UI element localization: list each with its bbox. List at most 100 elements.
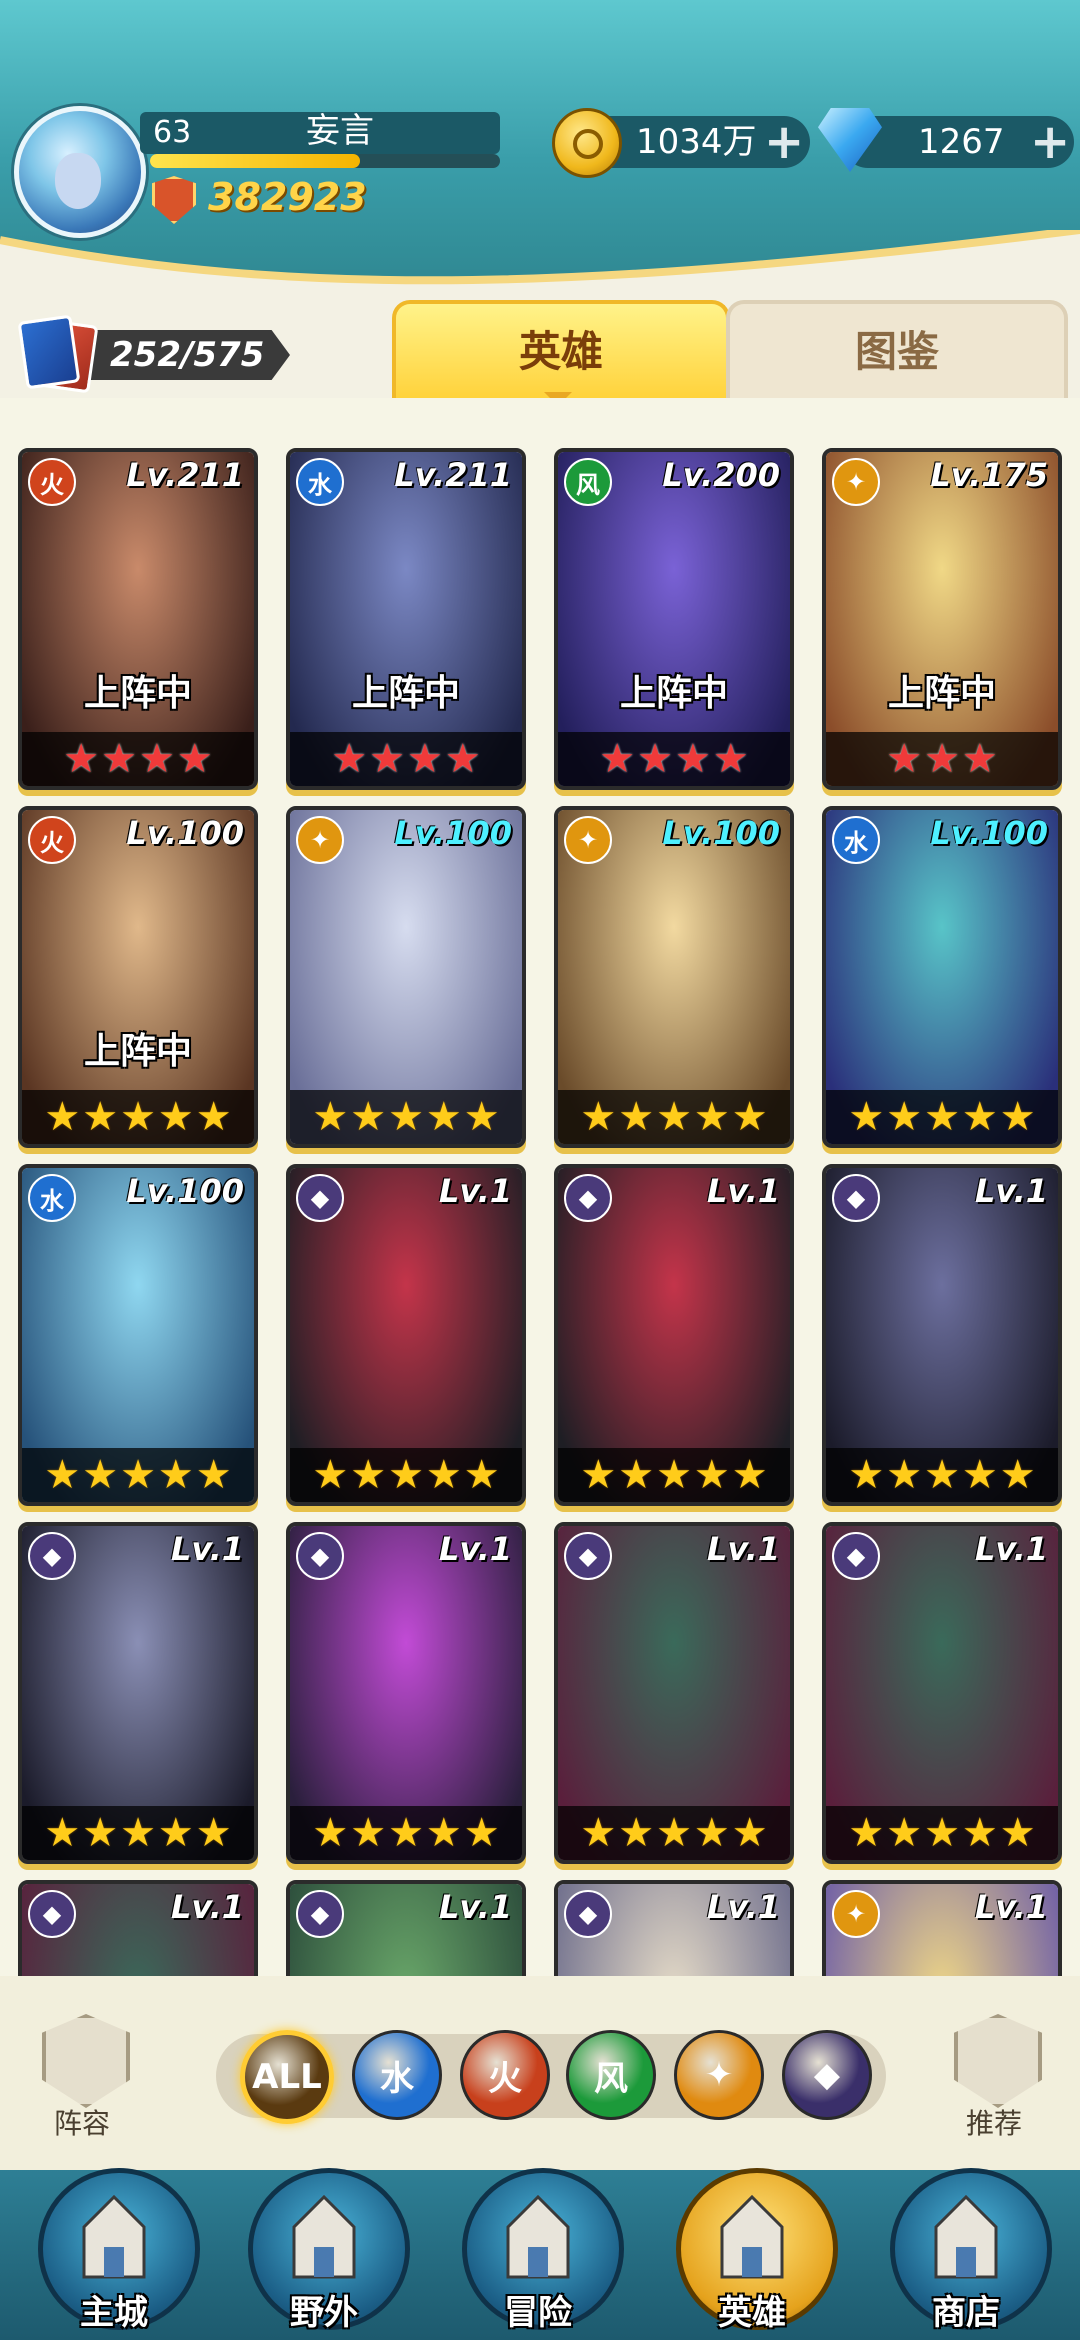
star-icon: ★ [120, 1810, 156, 1856]
hero-card[interactable]: ◆ Lv.1 ★ ★ ★ ★ ★ [18, 1522, 258, 1864]
hero-card[interactable]: ◆ Lv.1 ★ ★ ★ ★ ★ [286, 1164, 526, 1506]
star-rating: ★ ★ ★ ★ ★ [290, 1090, 522, 1144]
nav-item[interactable]: 商店 [880, 2168, 1052, 2340]
filter-wind-button[interactable]: 风 [566, 2030, 656, 2120]
hero-grid[interactable]: 火 Lv.211 上阵中 ★ ★ ★ ★ 水 Lv.211 上阵中 ★ ★ ★ ★ 风 Lv.200 上阵中 ★ ★… [0, 398, 1080, 1976]
star-icon: ★ [712, 736, 749, 782]
hero-card[interactable]: ◆ Lv.1 ★ ★ ★ ★ ★ [286, 1522, 526, 1864]
player-level: 63 [153, 115, 192, 150]
star-icon: ★ [886, 1452, 923, 1498]
star-icon: ★ [157, 1094, 194, 1140]
dark-element-icon: ◆ [296, 1174, 344, 1222]
star-rating: ★ ★ ★ ★ ★ [22, 1448, 254, 1502]
star-icon: ★ [139, 736, 175, 782]
lineup-button[interactable]: 阵容 [34, 2014, 130, 2140]
star-icon: ★ [731, 1452, 768, 1498]
star-icon: ★ [924, 736, 960, 782]
star-icon: ★ [195, 1452, 232, 1498]
hero-card[interactable]: ◆ Lv.1 [286, 1880, 526, 1976]
filter-dark-button[interactable]: ◆ [782, 2030, 872, 2120]
star-icon: ★ [999, 1452, 1036, 1498]
add-gem-button[interactable]: + [1030, 118, 1070, 166]
lineup-label: 阵容 [53, 2107, 110, 2140]
add-gold-button[interactable]: + [764, 118, 804, 166]
star-icon: ★ [425, 1094, 462, 1140]
hero-card[interactable]: ◆ Lv.1 ★ ★ ★ ★ ★ [822, 1164, 1062, 1506]
star-icon: ★ [886, 1810, 923, 1856]
nav-item[interactable]: 主城 [28, 2168, 200, 2340]
star-icon: ★ [312, 1810, 349, 1856]
star-icon: ★ [961, 1810, 998, 1856]
hero-card[interactable]: 火 Lv.100 上阵中 ★ ★ ★ ★ ★ [18, 806, 258, 1148]
hero-level: Lv.100 [126, 1172, 244, 1210]
star-icon: ★ [580, 1810, 617, 1856]
thumbs-up-icon [954, 2014, 1042, 2108]
hero-level: Lv.1 [438, 1888, 512, 1926]
header-wave [0, 230, 1080, 310]
hero-level: Lv.1 [706, 1530, 780, 1568]
star-icon: ★ [961, 1094, 998, 1140]
hero-level: Lv.211 [394, 456, 512, 494]
hero-card[interactable]: ✦ Lv.1 [822, 1880, 1062, 1976]
dark-element-icon: ◆ [564, 1532, 612, 1580]
hero-card[interactable]: 风 Lv.200 上阵中 ★ ★ ★ ★ [554, 448, 794, 790]
star-icon: ★ [44, 1452, 81, 1498]
tab-codex[interactable]: 图鉴 [726, 300, 1068, 400]
player-name: 妄言 [306, 111, 374, 151]
hero-level: Lv.211 [126, 456, 244, 494]
hero-card[interactable]: ◆ Lv.1 ★ ★ ★ ★ ★ [554, 1164, 794, 1506]
hero-level: Lv.1 [974, 1172, 1048, 1210]
star-icon: ★ [312, 1094, 349, 1140]
nav-label: 野外 [290, 2293, 358, 2333]
hero-card[interactable]: 火 Lv.211 上阵中 ★ ★ ★ ★ [18, 448, 258, 790]
hero-card[interactable]: ✦ Lv.175 上阵中 ★ ★ ★ [822, 448, 1062, 790]
hero-card[interactable]: ◆ Lv.1 [18, 1880, 258, 1976]
star-rating: ★ ★ ★ ★ ★ [558, 1090, 790, 1144]
hero-card-icon [17, 314, 81, 390]
hero-level: Lv.1 [706, 1172, 780, 1210]
hero-level: Lv.1 [438, 1172, 512, 1210]
filter-fire-button[interactable]: 火 [460, 2030, 550, 2120]
star-icon: ★ [693, 1094, 730, 1140]
filter-light-button[interactable]: ✦ [674, 2030, 764, 2120]
nav-item[interactable]: 英雄 [666, 2168, 838, 2340]
star-rating: ★ ★ ★ ★ ★ [22, 1806, 254, 1860]
star-icon: ★ [388, 1094, 424, 1140]
recommend-button[interactable]: 推荐 [946, 2014, 1042, 2140]
star-icon: ★ [961, 1452, 998, 1498]
light-element-icon: ✦ [296, 816, 344, 864]
star-icon: ★ [675, 736, 711, 782]
star-icon: ★ [656, 1810, 692, 1856]
hero-level: Lv.1 [170, 1530, 244, 1568]
star-icon: ★ [195, 1094, 232, 1140]
nav-item[interactable]: 冒险 [452, 2168, 624, 2340]
deployed-label: 上阵中 [887, 673, 996, 714]
star-icon: ★ [999, 1810, 1036, 1856]
nav-label: 商店 [932, 2293, 1000, 2333]
player-avatar[interactable] [14, 106, 146, 238]
star-icon: ★ [618, 1452, 655, 1498]
star-icon: ★ [463, 1452, 500, 1498]
exp-bar [150, 154, 500, 168]
star-icon: ★ [44, 1810, 81, 1856]
hero-card[interactable]: ✦ Lv.100 ★ ★ ★ ★ ★ [554, 806, 794, 1148]
hero-level: Lv.1 [706, 1888, 780, 1926]
nav-item[interactable]: 野外 [238, 2168, 410, 2340]
star-icon: ★ [848, 1452, 885, 1498]
filter-water-button[interactable]: 水 [352, 2030, 442, 2120]
star-rating: ★ ★ ★ ★ [22, 732, 254, 786]
hero-card[interactable]: ◆ Lv.1 ★ ★ ★ ★ ★ [554, 1522, 794, 1864]
star-icon: ★ [999, 1094, 1036, 1140]
hero-card[interactable]: 水 Lv.211 上阵中 ★ ★ ★ ★ [286, 448, 526, 790]
dark-element-icon: ◆ [832, 1532, 880, 1580]
star-icon: ★ [82, 1452, 119, 1498]
dark-element-icon: ◆ [28, 1532, 76, 1580]
hero-card[interactable]: ◆ Lv.1 ★ ★ ★ ★ ★ [822, 1522, 1062, 1864]
hero-card[interactable]: ✦ Lv.100 ★ ★ ★ ★ ★ [286, 806, 526, 1148]
hero-level: Lv.200 [662, 456, 780, 494]
filter-all-button[interactable]: ALL [240, 2030, 334, 2124]
hero-card[interactable]: 水 Lv.100 ★ ★ ★ ★ ★ [18, 1164, 258, 1506]
hero-card[interactable]: ◆ Lv.1 [554, 1880, 794, 1976]
tab-heroes[interactable]: 英雄 [392, 300, 730, 400]
hero-card[interactable]: 水 Lv.100 ★ ★ ★ ★ ★ [822, 806, 1062, 1148]
